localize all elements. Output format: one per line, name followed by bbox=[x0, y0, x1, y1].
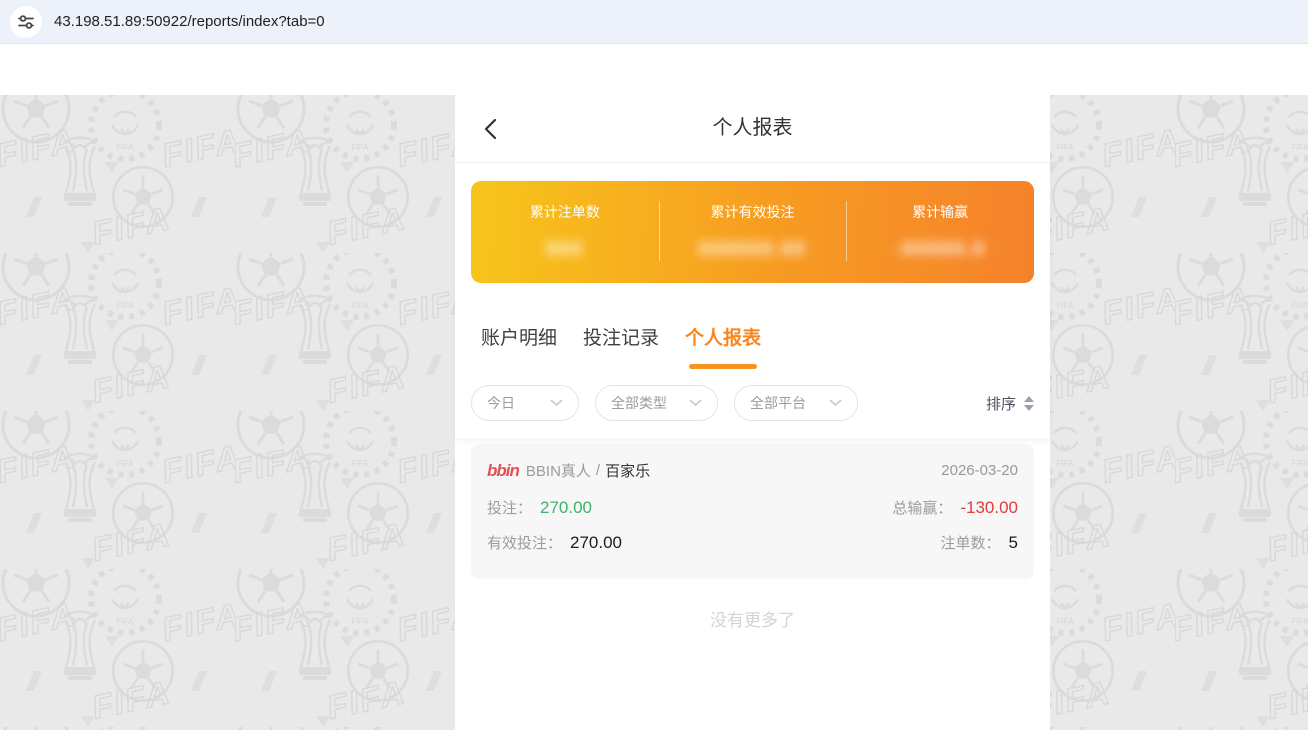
back-button[interactable] bbox=[483, 116, 503, 142]
app-header: 个人报表 bbox=[455, 95, 1050, 163]
report-list: bbin BBIN真人 / 百家乐 2026-03-20 投注： 270.00 … bbox=[455, 438, 1050, 730]
separator: / bbox=[596, 462, 600, 479]
order-count-label: 注单数： bbox=[941, 532, 1001, 553]
winloss-label: 总输赢： bbox=[892, 497, 952, 518]
valid-bet-cell: 有效投注： 270.00 bbox=[487, 532, 753, 553]
platform-filter-label: 全部平台 bbox=[750, 393, 806, 413]
summary-col-winloss: 累计输赢 -88888.8 bbox=[846, 181, 1034, 283]
date-filter-label: 今日 bbox=[487, 393, 515, 413]
browser-window: 43.198.51.89:50922/reports/index?tab=0 bbox=[0, 0, 1308, 730]
chevron-down-icon bbox=[829, 399, 842, 407]
bet-value: 270.00 bbox=[540, 498, 592, 518]
tab-underline bbox=[485, 364, 553, 369]
header-sheet: 累计注单数 888 累计有效投注 888888.88 累计输赢 -88888.8 bbox=[455, 163, 1050, 438]
summary-col-orders: 累计注单数 888 bbox=[471, 181, 659, 283]
winloss-cell: 总输赢： -130.00 bbox=[753, 497, 1019, 518]
tab-underline-active bbox=[689, 364, 757, 369]
page-body: FIFA FIFA bbox=[0, 44, 1308, 730]
chevron-down-icon bbox=[550, 399, 563, 407]
app-panel: 个人报表 累计注单数 888 累计有效投注 888888.88 累计输赢 -8 bbox=[455, 95, 1050, 730]
summary-value-blurred: 888888.88 bbox=[699, 239, 807, 261]
game-name: 百家乐 bbox=[605, 460, 650, 481]
sort-label: 排序 bbox=[986, 393, 1016, 414]
bet-cell: 投注： 270.00 bbox=[487, 497, 753, 518]
report-card-header: bbin BBIN真人 / 百家乐 2026-03-20 bbox=[487, 460, 1018, 481]
winloss-value: -130.00 bbox=[960, 498, 1018, 518]
sort-button[interactable]: 排序 bbox=[986, 393, 1034, 414]
summary-card: 累计注单数 888 累计有效投注 888888.88 累计输赢 -88888.8 bbox=[471, 181, 1034, 283]
chevron-left-icon bbox=[483, 117, 497, 141]
tab-bar: 账户明细 投注记录 个人报表 bbox=[455, 283, 1050, 369]
tab-personal-report[interactable]: 个人报表 bbox=[685, 323, 761, 369]
summary-value-blurred: -88888.8 bbox=[895, 239, 986, 261]
tab-underline bbox=[587, 364, 655, 369]
summary-label: 累计有效投注 bbox=[711, 202, 795, 222]
order-count-cell: 注单数： 5 bbox=[753, 532, 1019, 553]
platform-filter-dropdown[interactable]: 全部平台 bbox=[734, 385, 858, 421]
url-text[interactable]: 43.198.51.89:50922/reports/index?tab=0 bbox=[54, 13, 325, 30]
bbin-logo: bbin bbox=[487, 461, 519, 481]
sort-arrows-icon bbox=[1024, 396, 1034, 411]
tab-account-details[interactable]: 账户明细 bbox=[481, 323, 557, 369]
page-title: 个人报表 bbox=[455, 95, 1050, 162]
no-more-text: 没有更多了 bbox=[471, 606, 1034, 631]
tune-icon bbox=[17, 13, 35, 31]
tab-label: 个人报表 bbox=[685, 323, 761, 350]
report-stats: 投注： 270.00 总输赢： -130.00 有效投注： 270.00 注 bbox=[487, 497, 1018, 553]
summary-label: 累计注单数 bbox=[530, 202, 600, 222]
tab-bet-records[interactable]: 投注记录 bbox=[583, 323, 659, 369]
date-filter-dropdown[interactable]: 今日 bbox=[471, 385, 579, 421]
bet-label: 投注： bbox=[487, 497, 532, 518]
report-date: 2026-03-20 bbox=[941, 462, 1018, 479]
filter-bar: 今日 全部类型 全部平台 bbox=[455, 369, 1050, 438]
summary-col-valid-bets: 累计有效投注 888888.88 bbox=[659, 181, 847, 283]
tab-label: 投注记录 bbox=[583, 323, 659, 350]
type-filter-label: 全部类型 bbox=[611, 393, 667, 413]
tab-label: 账户明细 bbox=[481, 323, 557, 350]
summary-label: 累计输赢 bbox=[912, 202, 968, 222]
chevron-down-icon bbox=[689, 399, 702, 407]
order-count-value: 5 bbox=[1009, 533, 1018, 553]
summary-value-blurred: 888 bbox=[546, 239, 584, 261]
type-filter-dropdown[interactable]: 全部类型 bbox=[595, 385, 718, 421]
provider-name: BBIN真人 bbox=[526, 460, 591, 481]
valid-bet-value: 270.00 bbox=[570, 533, 622, 553]
valid-bet-label: 有效投注： bbox=[487, 532, 562, 553]
report-card[interactable]: bbin BBIN真人 / 百家乐 2026-03-20 投注： 270.00 … bbox=[471, 444, 1034, 579]
browser-url-bar[interactable]: 43.198.51.89:50922/reports/index?tab=0 bbox=[0, 0, 1308, 44]
site-settings-button[interactable] bbox=[10, 6, 42, 38]
